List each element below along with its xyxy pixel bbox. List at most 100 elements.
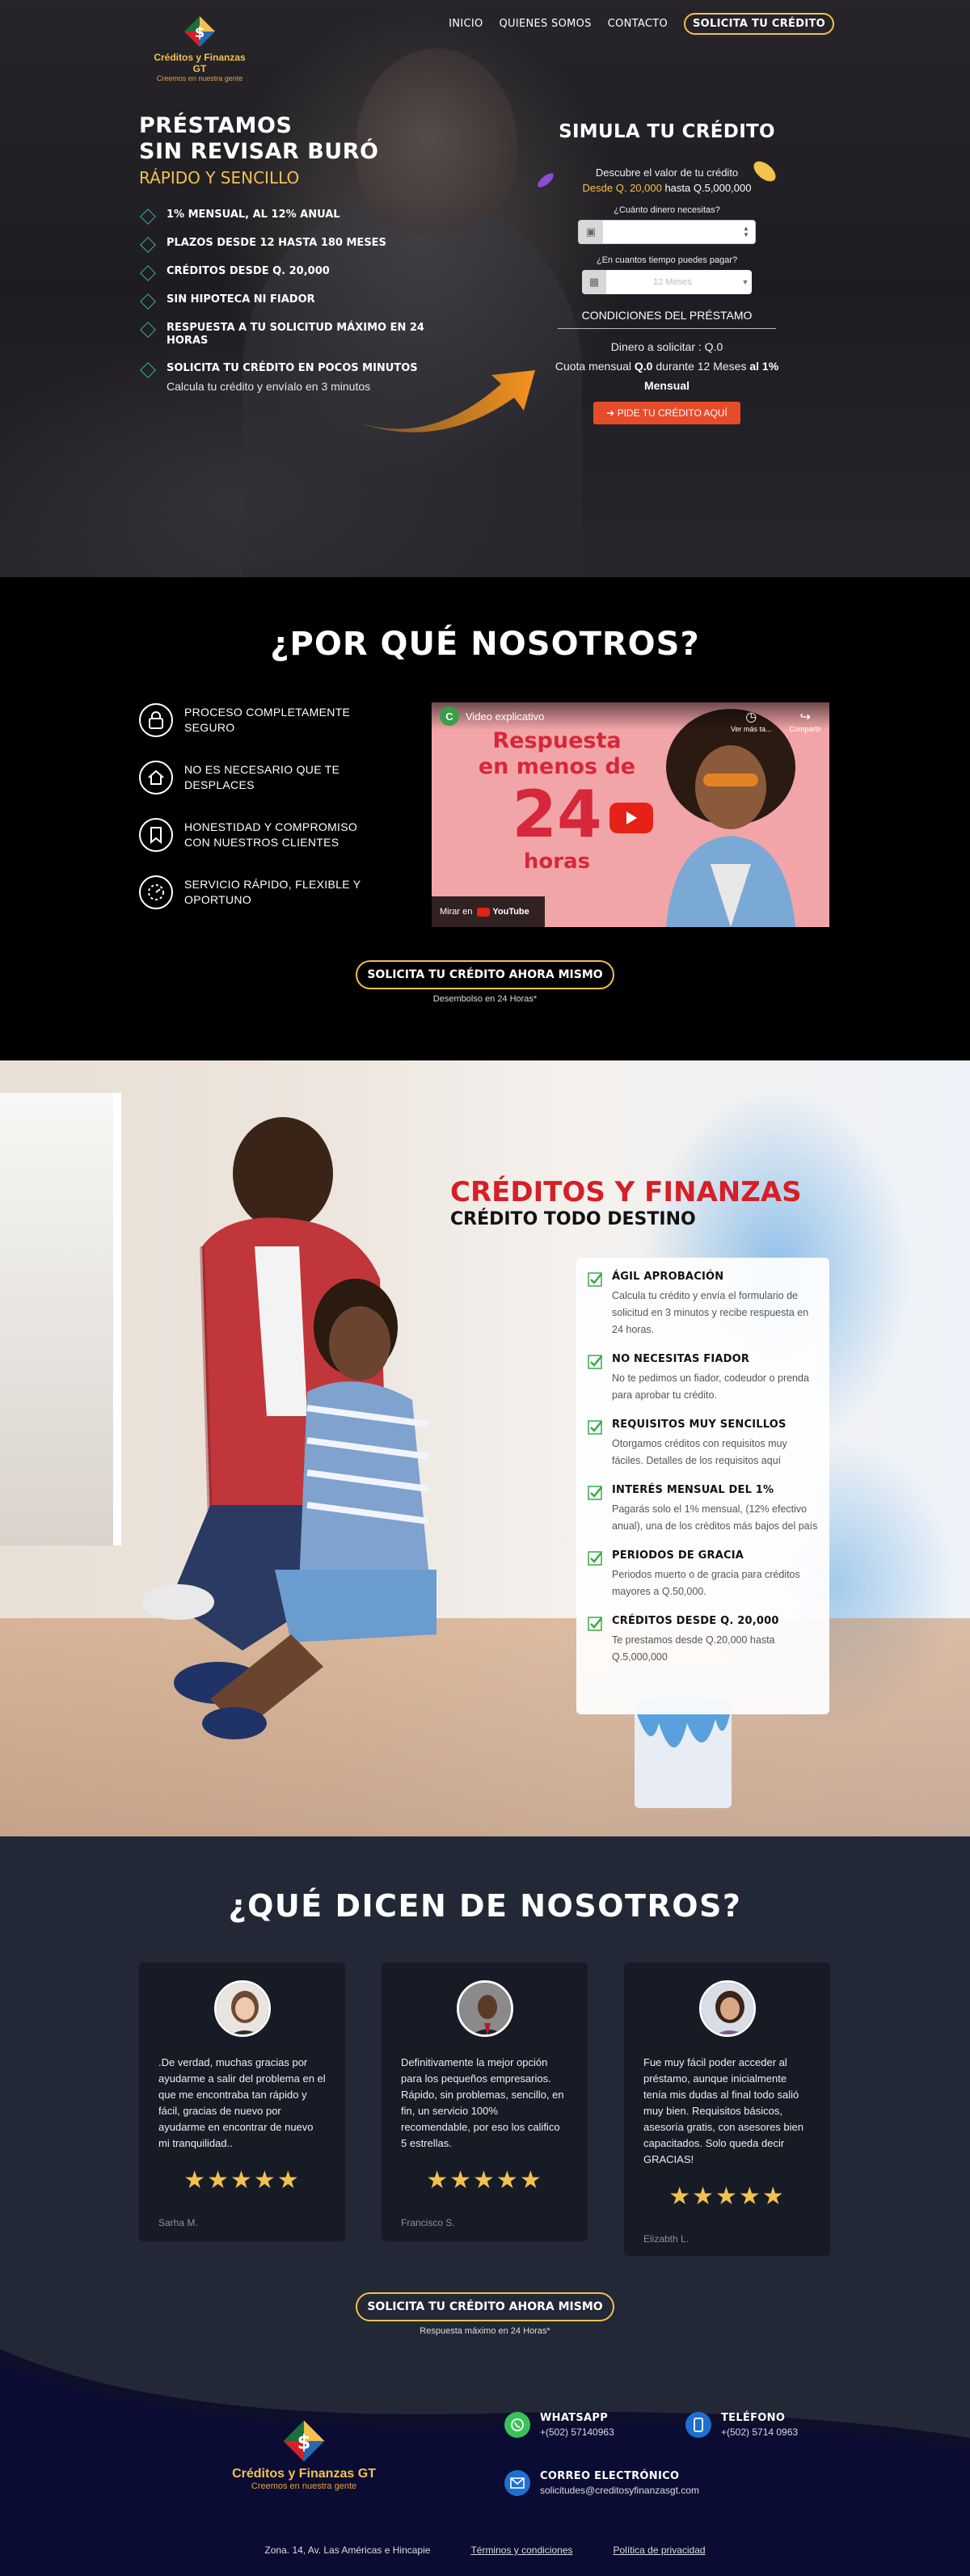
nav-contacto[interactable]: CONTACTO (608, 18, 668, 30)
checkmark-icon (588, 1355, 602, 1369)
hero-title-line2: SIN REVISAR BURÓ (139, 139, 379, 164)
share-icon: ↪ (799, 710, 811, 724)
list-item: NO NECESITAS FIADOR No te pedimos un fiad… (588, 1353, 818, 1404)
video-headline-1: Respuesta (492, 728, 622, 753)
amount-input[interactable] (603, 221, 740, 243)
play-button[interactable] (609, 803, 653, 833)
hero-section: $ Créditos y Finanzas GT Creemos en nues… (0, 0, 970, 577)
apply-now-button[interactable]: SOLICITA TU CRÉDITO AHORA MISMO (356, 2292, 614, 2321)
calendar-icon: ▦ (582, 270, 606, 294)
bullet-text: CRÉDITOS DESDE Q. 20,000 (167, 265, 330, 277)
features-card: ÁGIL APROBACIÓN Calcula tu crédito y enví… (576, 1258, 829, 1714)
nav-quienes-somos[interactable]: QUIENES SOMOS (500, 18, 592, 30)
why-item-text: NO ES NECESARIO QUE TE DESPLACES (184, 763, 340, 791)
terms-link[interactable]: Términos y condiciones (470, 2544, 572, 2556)
why-list: PROCESO COMPLETAMENTE SEGURO NO ES NECES… (139, 700, 382, 930)
list-item: NO ES NECESARIO QUE TE DESPLACES (139, 757, 382, 798)
phone-value: +(502) 5714 0963 (721, 2426, 799, 2438)
whatsapp-value: +(502) 57140963 (540, 2426, 614, 2438)
feature-title: ÁGIL APROBACIÓN (612, 1271, 724, 1283)
whatsapp-icon (504, 2412, 530, 2438)
video-embed[interactable]: Respuesta en menos de 24 horas C Video e… (432, 702, 829, 927)
watch-later-button[interactable]: ◷ Ver más ta... (731, 709, 772, 733)
checkmark-icon (588, 1551, 602, 1566)
background-window (0, 1093, 121, 1545)
bullet-text: RESPUESTA A TU SOLICITUD MÁXIMO EN 24 HO… (167, 322, 424, 347)
feature-desc[interactable]: Otorgamos créditos con requisitos muy fá… (612, 1436, 818, 1469)
testimonial-card: .De verdad, muchas gracias por ayudarme … (139, 1963, 345, 2241)
star-rating: ★★★★★ (426, 2167, 543, 2194)
phone-title: TELÉFONO (721, 2412, 786, 2424)
amount-question: ¿Cuánto dinero necesitas? (614, 205, 720, 215)
youtube-label: YouTube (492, 907, 529, 917)
whatsapp-contact[interactable]: WHATSAPP +(502) 57140963 (504, 2412, 614, 2438)
video-title[interactable]: Video explicativo (466, 710, 544, 723)
email-contact[interactable]: CORREO ELECTRÓNICO solicitudes@creditosyf… (504, 2470, 699, 2496)
credit-simulator: SIMULA TU CRÉDITO Descubre el valor de t… (534, 121, 800, 424)
svg-text:$: $ (297, 2431, 311, 2453)
footer-logo[interactable]: $ Créditos y Finanzas GT Creemos en nues… (231, 2418, 377, 2491)
star-rating: ★★★★★ (183, 2167, 301, 2194)
list-item: PERIODOS DE GRACIA Periodos muerto o de g… (588, 1549, 818, 1600)
term-select-value: 12 Meses (653, 277, 692, 287)
testimonials-cta: SOLICITA TU CRÉDITO AHORA MISMO Respuest… (0, 2292, 970, 2336)
feature-title: PERIODOS DE GRACIA (612, 1549, 744, 1562)
chevron-down-icon: ▼ (741, 278, 749, 286)
list-item: CRÉDITOS DESDE Q. 20,000 Te prestamos des… (588, 1615, 818, 1666)
list-item: SERVICIO RÁPIDO, FLEXIBLE Y OPORTUNO (139, 872, 382, 913)
privacy-link[interactable]: Política de privacidad (614, 2544, 706, 2556)
apply-now-note: Desembolso en 24 Horas* (432, 994, 538, 1004)
home-icon (139, 761, 173, 795)
share-button[interactable]: ↪ Compartir (789, 709, 821, 733)
credits-section: CRÉDITOS Y FINANZAS CRÉDITO TODO DESTINO… (0, 1060, 970, 1836)
logo-tagline: Creemos en nuestra gente (251, 2481, 357, 2491)
list-item: HONESTIDAD Y COMPROMISO CON NUESTROS CLI… (139, 815, 382, 855)
site-logo[interactable]: $ Créditos y Finanzas GT Creemos en nues… (147, 15, 252, 82)
orange-arrow-icon (352, 370, 535, 432)
list-item: ÁGIL APROBACIÓN Calcula tu crédito y enví… (588, 1271, 818, 1339)
amount-stepper[interactable]: ▲ ▼ (740, 226, 752, 238)
video-thumbnail-headline: Respuesta en menos de 24 horas (464, 728, 650, 874)
requested-value: Q.0 (704, 340, 723, 353)
feature-desc: Pagarás solo el 1% mensual, (12% efectiv… (612, 1503, 818, 1532)
pill-decoration-icon (538, 173, 554, 188)
bookmark-icon (139, 818, 173, 852)
feature-desc: Te prestamos desde Q.20,000 hasta Q.5,00… (612, 1634, 775, 1663)
nav-solicita-button[interactable]: SOLICITA TU CRÉDITO (684, 13, 834, 35)
mail-icon (504, 2470, 530, 2496)
watch-on-youtube[interactable]: Mirar en YouTube (432, 896, 545, 927)
nav-inicio[interactable]: INICIO (449, 18, 483, 30)
channel-avatar[interactable]: C (440, 706, 459, 726)
list-item: REQUISITOS MUY SENCILLOS Otorgamos crédit… (588, 1419, 818, 1469)
why-item-text: HONESTIDAD Y COMPROMISO CON NUESTROS CLI… (184, 820, 358, 849)
requested-label: Dinero a solicitar : (610, 340, 702, 353)
clock-icon: ◷ (745, 710, 757, 724)
credits-title: CRÉDITOS Y FINANZAS (450, 1176, 802, 1208)
time-question: ¿En cuantos tiempo puedes pagar? (596, 255, 738, 265)
logo-mark-icon: $ (183, 15, 217, 48)
avatar (698, 1980, 756, 2037)
whatsapp-title: WHATSAPP (540, 2412, 609, 2424)
checkmark-icon (588, 1617, 602, 1631)
video-headline-4: horas (523, 850, 591, 874)
request-credit-label: PIDE TU CRÉDITO AQUÍ (617, 407, 728, 419)
footer-links: Zona. 14, Av. Las Américas e Hincapie Té… (0, 2544, 970, 2556)
request-credit-button[interactable]: ➔ PIDE TU CRÉDITO AQUÍ (593, 402, 740, 424)
list-item: PLAZOS DESDE 12 HASTA 180 MESES (139, 237, 462, 253)
apply-now-button[interactable]: SOLICITA TU CRÉDITO AHORA MISMO (356, 960, 614, 989)
watch-on-label: Mirar en (440, 907, 473, 917)
testimonial-quote: .De verdad, muchas gracias por ayudarme … (158, 2056, 326, 2149)
monthly-label: Cuota mensual (555, 360, 632, 373)
checkmark-icon (588, 1420, 602, 1435)
testimonial-card: Definitivamente la mejor opción para los… (382, 1963, 588, 2241)
range-to: hasta Q.5,000,000 (661, 182, 752, 194)
checkmark-icon (588, 1272, 602, 1287)
list-item: RESPUESTA A TU SOLICITUD MÁXIMO EN 24 HO… (139, 322, 462, 348)
amount-field: ▣ ▲ ▼ (578, 220, 756, 244)
feature-title: INTERÉS MENSUAL DEL 1% (612, 1484, 774, 1496)
term-select[interactable]: ▦ 12 Meses ▼ (582, 270, 752, 294)
speed-icon (139, 875, 173, 909)
phone-contact[interactable]: TELÉFONO +(502) 5714 0963 (685, 2412, 798, 2438)
testimonial-author: Sarha M. (158, 2217, 198, 2228)
list-item: PROCESO COMPLETAMENTE SEGURO (139, 700, 382, 740)
